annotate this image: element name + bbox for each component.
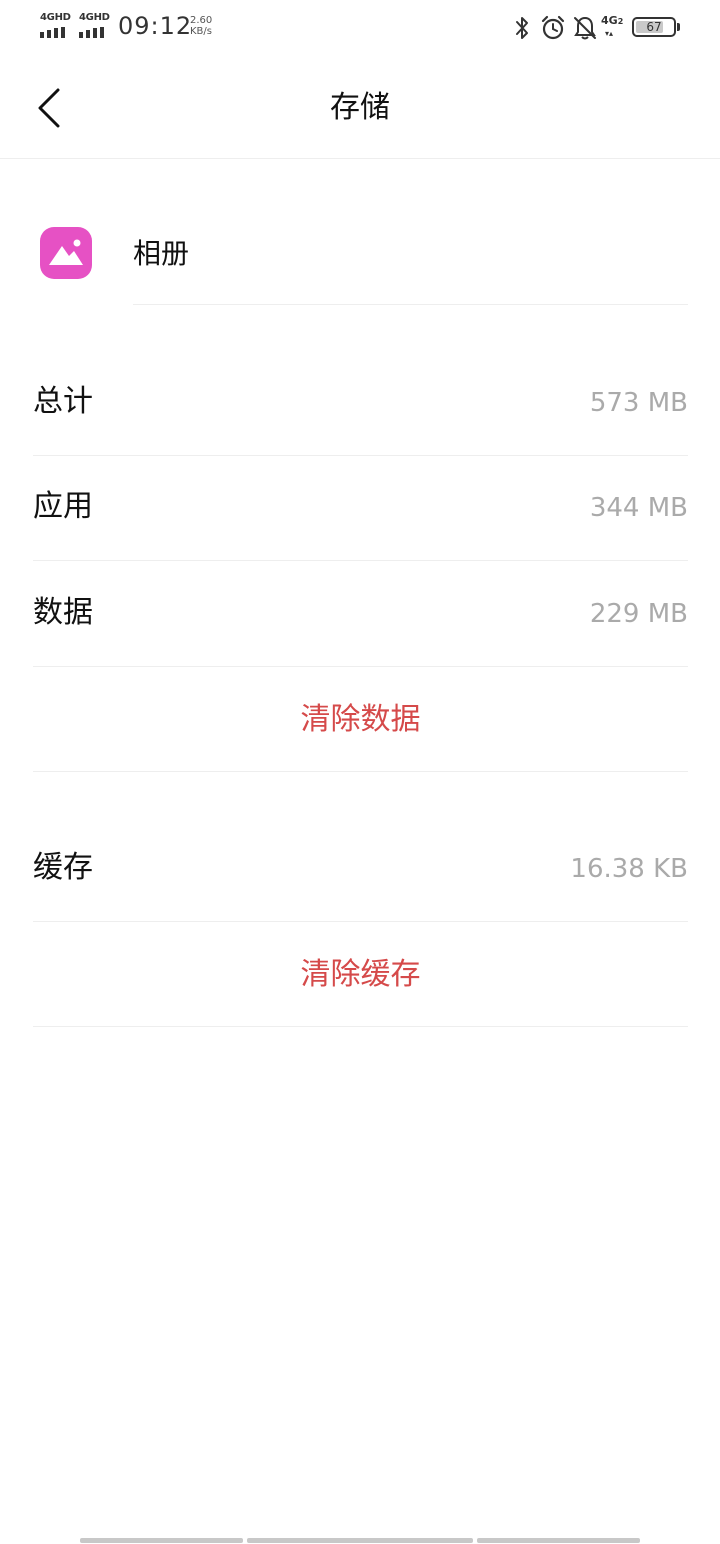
total-label: 总计 bbox=[33, 384, 93, 419]
clear-cache-label: 清除缓存 bbox=[300, 957, 421, 992]
network-speed-value: 2.60 bbox=[190, 15, 213, 26]
nav-bar-home[interactable] bbox=[247, 1538, 473, 1543]
clear-data-button[interactable]: 清除数据 bbox=[33, 668, 688, 772]
page-title: 存储 bbox=[330, 90, 390, 125]
storage-row-data: 数据 229 MB bbox=[33, 562, 688, 667]
network-type-label: 4G2 bbox=[601, 14, 624, 27]
storage-row-app: 应用 344 MB bbox=[33, 456, 688, 561]
divider bbox=[133, 304, 688, 305]
signal-strength-2: 4GHD bbox=[79, 12, 111, 40]
gallery-icon bbox=[40, 227, 92, 279]
network-speed: 2.60 KB/s bbox=[190, 15, 212, 37]
data-size-label: 数据 bbox=[33, 595, 93, 630]
signal-strength-1: 4GHD bbox=[40, 12, 72, 40]
status-bar: 4GHD 4GHD 09:12 2.60 KB/s 4G2 ▾▴ 67 bbox=[0, 0, 720, 56]
signal-1-label: 4GHD bbox=[40, 12, 71, 23]
top-app-bar: 存储 bbox=[0, 56, 720, 159]
battery-level: 67 bbox=[646, 20, 662, 34]
app-name: 相册 bbox=[133, 237, 190, 270]
bluetooth-icon bbox=[510, 14, 536, 42]
cache-label: 缓存 bbox=[33, 850, 93, 885]
nav-bar-left[interactable] bbox=[80, 1538, 243, 1543]
clear-cache-button[interactable]: 清除缓存 bbox=[33, 923, 688, 1027]
storage-row-cache: 缓存 16.38 KB bbox=[33, 817, 688, 922]
nav-bar-right[interactable] bbox=[477, 1538, 640, 1543]
network-speed-unit: KB/s bbox=[190, 26, 212, 37]
data-size-value: 229 MB bbox=[589, 599, 688, 629]
alarm-icon bbox=[539, 14, 565, 42]
clear-data-label: 清除数据 bbox=[300, 702, 421, 737]
bell-off-icon bbox=[571, 14, 597, 42]
storage-row-total: 总计 573 MB bbox=[33, 351, 688, 456]
battery-icon: 67 bbox=[632, 17, 676, 37]
network-4g-icon: 4G2 ▾▴ bbox=[601, 14, 624, 38]
cache-value: 16.38 KB bbox=[570, 854, 688, 884]
signal-2-label: 4GHD bbox=[79, 12, 110, 23]
status-time: 09:12 bbox=[118, 12, 193, 40]
app-size-value: 344 MB bbox=[589, 493, 688, 523]
total-value: 573 MB bbox=[589, 388, 688, 418]
app-size-label: 应用 bbox=[33, 489, 93, 524]
